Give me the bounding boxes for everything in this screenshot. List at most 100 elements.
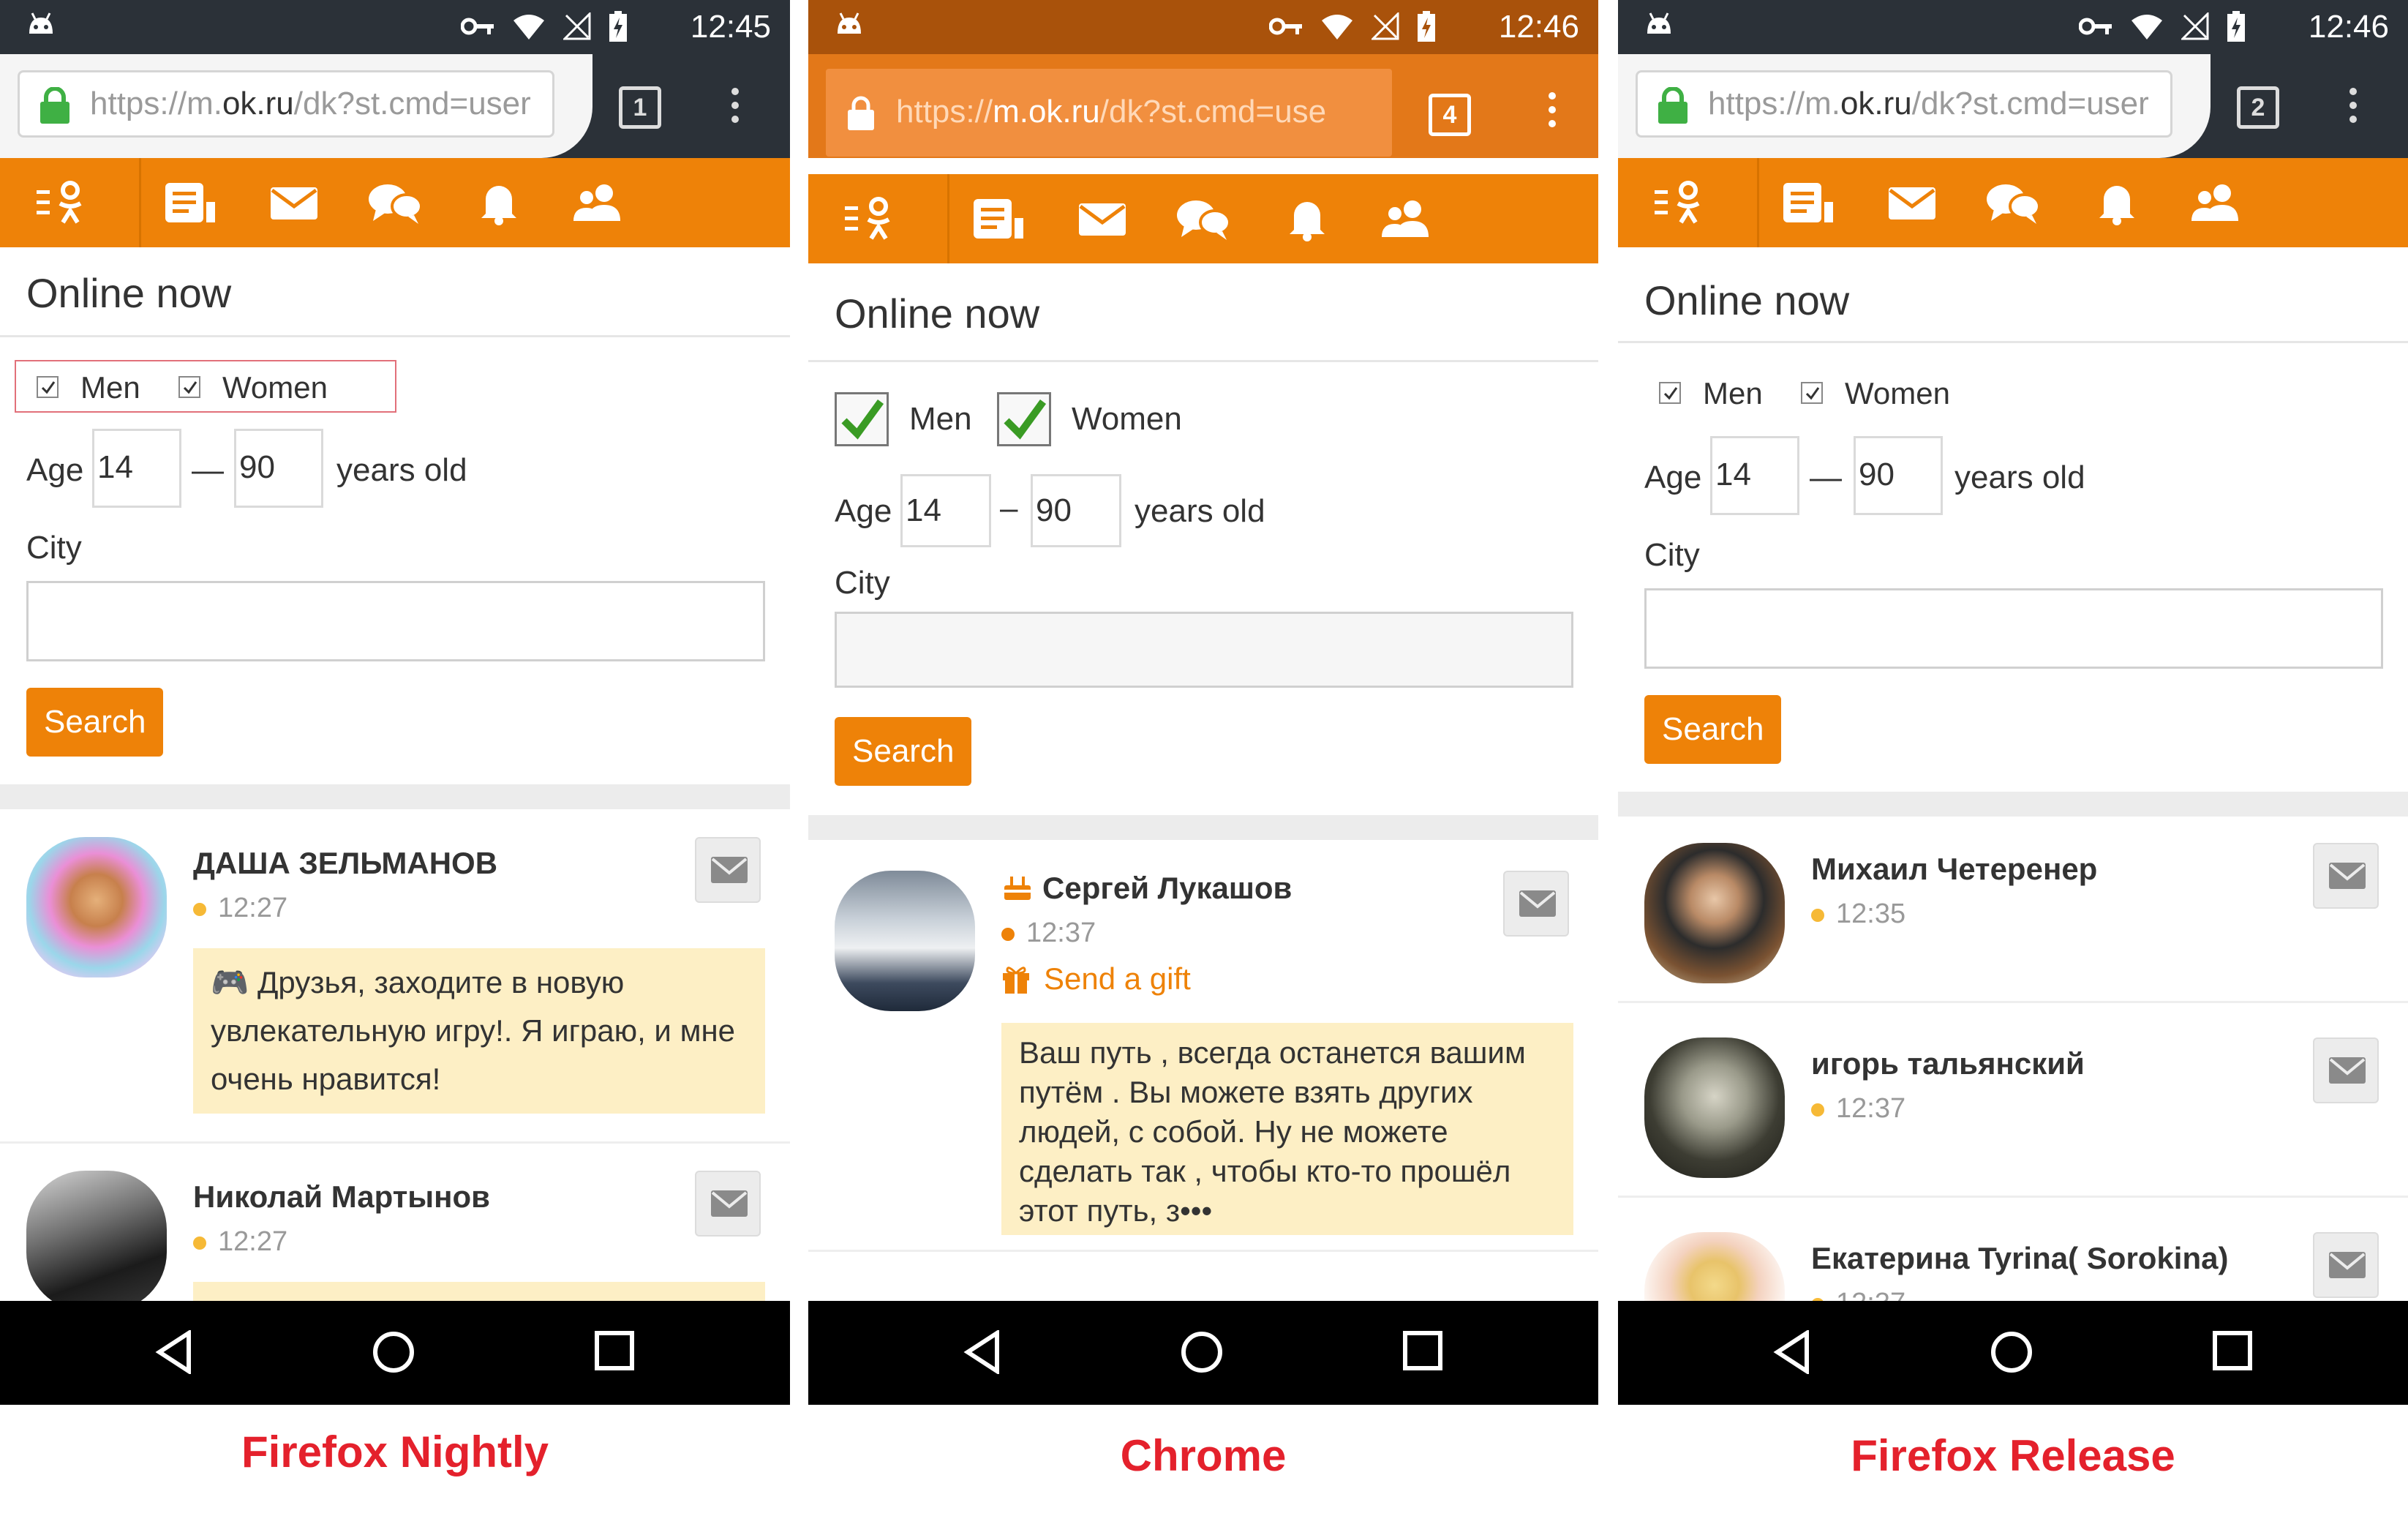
lock-icon [1658, 87, 1688, 124]
wifi-icon [513, 15, 544, 40]
avatar[interactable] [1644, 1037, 1785, 1178]
caption-firefox-release: Firefox Release [1851, 1431, 2175, 1480]
phone-firefox-release: 12:46 https://m.ok.ru/dk?st.cmd=user 2 O… [1618, 0, 2408, 1405]
overflow-menu-icon[interactable] [2349, 88, 2357, 130]
user-name[interactable]: ДАША ЗЕЛЬМАНОВ [193, 846, 497, 881]
feed-icon[interactable] [971, 196, 1029, 241]
women-checkbox[interactable] [1801, 382, 1823, 404]
age-label: Age [26, 452, 84, 488]
age-suffix: years old [336, 452, 467, 488]
recents-icon[interactable] [1402, 1330, 1443, 1371]
back-icon[interactable] [155, 1330, 193, 1374]
friends-icon[interactable] [569, 180, 628, 225]
address-field[interactable]: https://m.ok.ru/dk?st.cmd=user [18, 70, 554, 138]
online-dot [1811, 908, 1824, 922]
feed-icon[interactable] [1780, 180, 1839, 225]
status-time: 12:46 [1498, 9, 1579, 45]
chat-icon[interactable] [1174, 196, 1233, 241]
age-from-input[interactable]: 14 [900, 474, 991, 547]
home-icon[interactable] [1180, 1330, 1224, 1374]
status-bar: 12:46 [1618, 0, 2408, 54]
user-time: 12:37 [1001, 918, 1096, 949]
mail-icon[interactable] [265, 180, 323, 225]
send-message-button[interactable] [2313, 843, 2379, 909]
status-bar: 12:45 [0, 0, 790, 54]
send-gift-link[interactable]: Send a gift [1044, 961, 1191, 997]
men-label: Men [909, 401, 972, 437]
user-name[interactable]: Екатерина Tyrina( Sorokina) [1811, 1241, 2228, 1276]
feed-icon[interactable] [162, 180, 221, 225]
site-toolbar [1618, 158, 2408, 247]
age-to-input[interactable]: 90 [1031, 474, 1121, 547]
mail-icon[interactable] [1073, 196, 1132, 241]
friends-icon[interactable] [1377, 196, 1436, 241]
women-checkbox[interactable] [997, 392, 1051, 446]
android-nav-bar [808, 1301, 1598, 1405]
tab-counter-button[interactable]: 4 [1429, 94, 1471, 136]
women-label: Women [1845, 376, 1950, 410]
overflow-menu-icon[interactable] [1549, 92, 1556, 134]
page-title: Online now [1644, 277, 1850, 323]
women-label: Women [1072, 401, 1182, 437]
notifications-bell-icon[interactable] [470, 180, 528, 225]
send-message-button[interactable] [2313, 1232, 2379, 1298]
back-icon[interactable] [1773, 1330, 1811, 1374]
age-from-input[interactable]: 14 [1710, 436, 1799, 515]
android-icon [29, 12, 53, 34]
chat-icon[interactable] [1984, 180, 2042, 225]
age-to-input[interactable]: 90 [1854, 436, 1943, 515]
recents-icon[interactable] [2212, 1330, 2253, 1371]
user-name[interactable]: Николай Мартынов [193, 1179, 490, 1215]
back-icon[interactable] [963, 1330, 1001, 1374]
search-button[interactable]: Search [835, 717, 972, 786]
ok-menu-icon[interactable] [845, 196, 903, 241]
avatar[interactable] [1644, 843, 1785, 983]
tab-counter-button[interactable]: 2 [2237, 86, 2279, 129]
avatar[interactable] [26, 837, 167, 977]
search-button[interactable]: Search [26, 688, 164, 757]
send-message-button[interactable] [2313, 1037, 2379, 1103]
ok-menu-icon[interactable] [37, 180, 95, 225]
men-checkbox[interactable] [1659, 382, 1681, 404]
page-title: Online now [835, 290, 1040, 337]
notifications-bell-icon[interactable] [2088, 180, 2146, 225]
home-icon[interactable] [1990, 1330, 2033, 1374]
home-icon[interactable] [372, 1330, 415, 1374]
lock-icon [40, 87, 69, 124]
birthday-cake-icon [1004, 877, 1031, 900]
address-field[interactable]: https://m.ok.ru/dk?st.cmd=use [826, 69, 1392, 157]
city-input[interactable] [26, 581, 765, 661]
tab-counter-button[interactable]: 1 [619, 86, 661, 129]
age-from-input[interactable]: 14 [92, 429, 181, 508]
site-toolbar [808, 174, 1598, 263]
lock-icon [848, 96, 874, 130]
send-message-button[interactable] [695, 1171, 761, 1237]
ok-menu-icon[interactable] [1655, 180, 1713, 225]
avatar[interactable] [835, 871, 975, 1011]
age-to-input[interactable]: 90 [234, 429, 323, 508]
send-message-button[interactable] [695, 837, 761, 903]
overflow-menu-icon[interactable] [731, 88, 739, 130]
user-name[interactable]: игорь тальянский [1811, 1046, 2085, 1081]
women-checkbox[interactable] [178, 376, 200, 398]
friends-icon[interactable] [2187, 180, 2246, 225]
avatar[interactable] [26, 1171, 167, 1311]
send-message-button[interactable] [1503, 871, 1569, 937]
address-field[interactable]: https://m.ok.ru/dk?st.cmd=user [1636, 70, 2172, 138]
search-button[interactable]: Search [1644, 695, 1782, 764]
age-dash: – [1000, 490, 1018, 526]
mail-icon[interactable] [1883, 180, 1941, 225]
user-name[interactable]: Сергей Лукашов [1042, 871, 1292, 906]
men-checkbox[interactable] [835, 392, 889, 446]
men-checkbox[interactable] [37, 376, 59, 398]
user-name[interactable]: Михаил Четеренер [1811, 852, 2097, 887]
city-input[interactable] [1644, 588, 2383, 669]
wifi-icon [1322, 15, 1352, 40]
user-time: 12:27 [193, 893, 287, 924]
recents-icon[interactable] [594, 1330, 635, 1371]
city-input[interactable] [835, 612, 1573, 688]
envelope-icon [711, 1190, 748, 1217]
chat-icon[interactable] [366, 180, 424, 225]
notifications-bell-icon[interactable] [1278, 196, 1336, 241]
age-label: Age [835, 493, 892, 529]
